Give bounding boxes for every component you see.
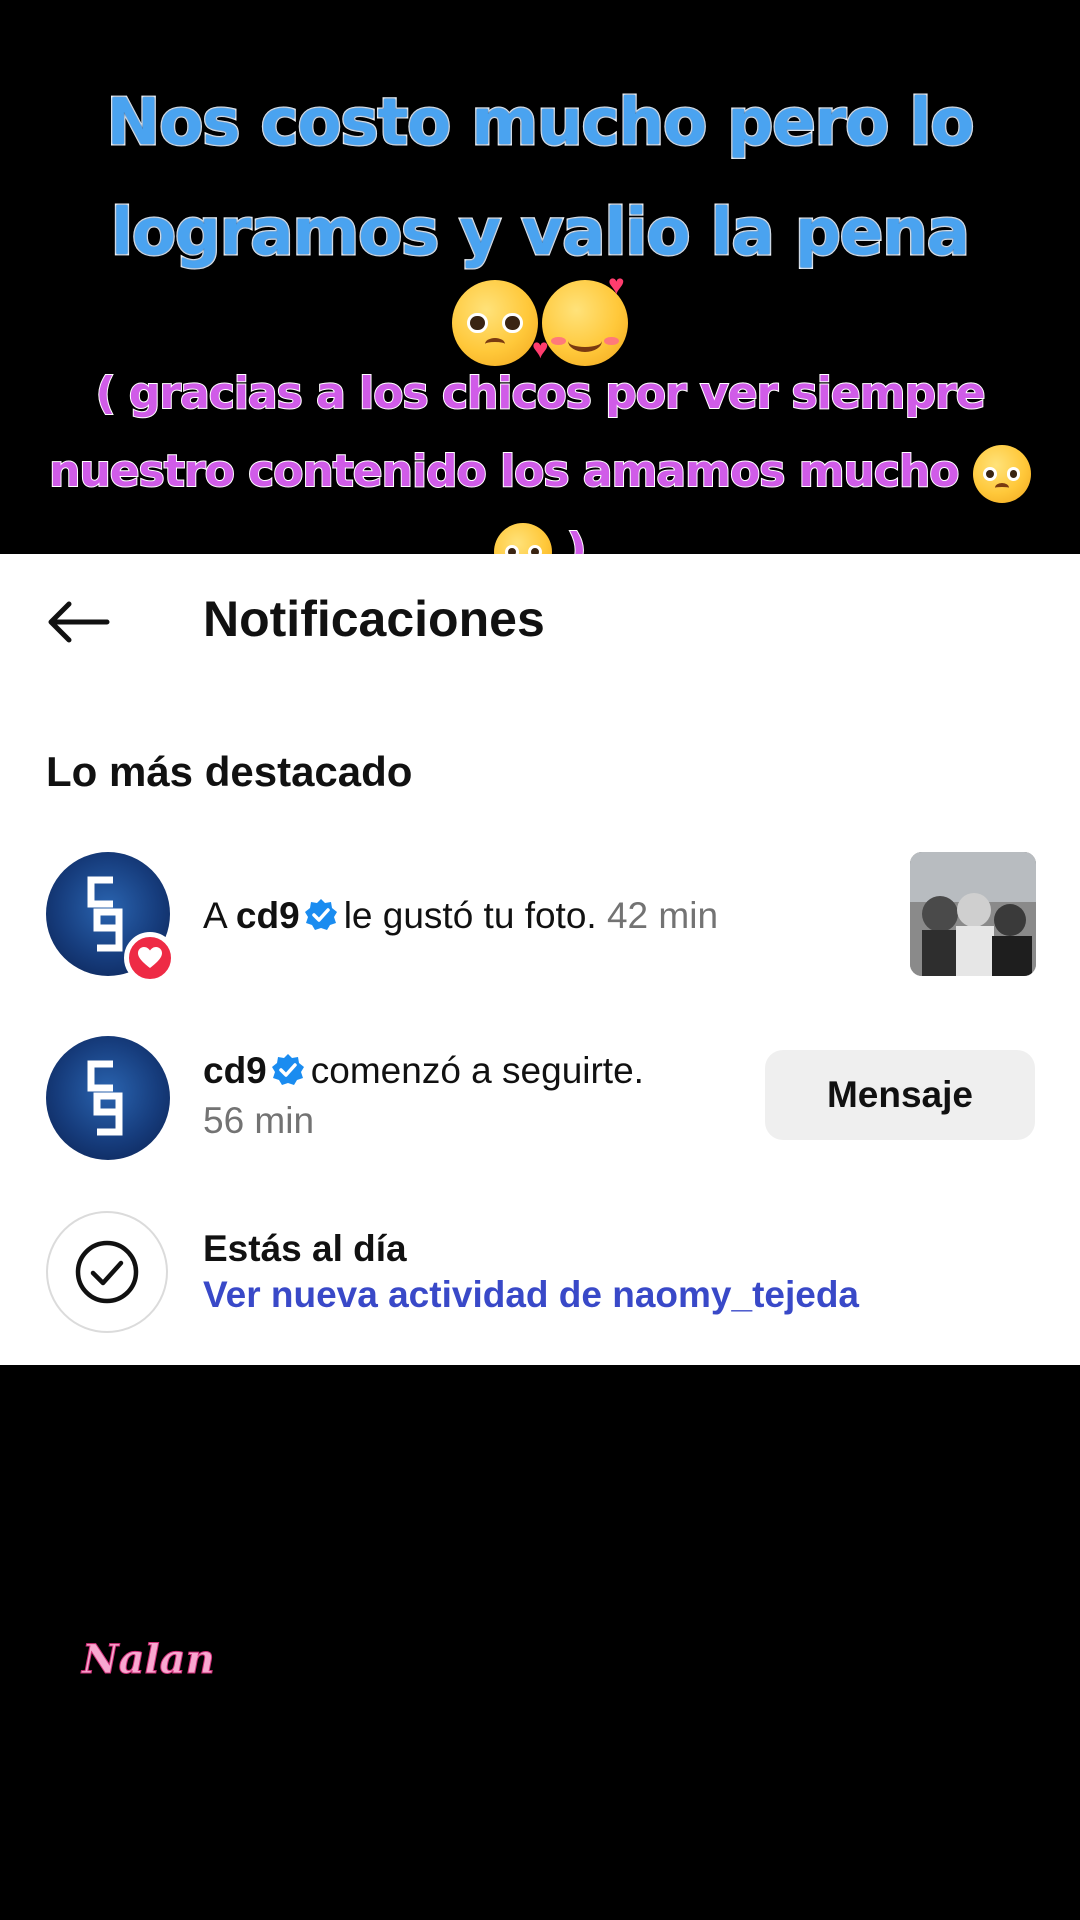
caption-line-2: logramos y valio la pena bbox=[110, 195, 972, 272]
back-button[interactable] bbox=[38, 592, 118, 652]
notification-prefix: A bbox=[203, 895, 226, 936]
notification-action: le gustó tu foto. bbox=[343, 895, 597, 936]
pleading-face-emoji bbox=[452, 280, 538, 366]
check-circle-icon bbox=[75, 1240, 139, 1304]
heart-icon bbox=[138, 947, 162, 968]
like-badge bbox=[124, 932, 176, 984]
notification-text: cd9 comenzó a seguirte. bbox=[203, 1050, 644, 1092]
smiling-face-with-hearts-emoji: ♥ ♥ bbox=[532, 271, 628, 366]
subcaption-line-2: nuestro contenido los amamos mucho bbox=[40, 433, 1040, 511]
subcaption-line-2-text: nuestro contenido los amamos mucho bbox=[48, 445, 960, 498]
watermark: Nalan bbox=[82, 1636, 216, 1684]
notification-username[interactable]: cd9 bbox=[236, 895, 300, 936]
avatar[interactable] bbox=[46, 1036, 170, 1160]
verified-badge-icon bbox=[271, 1054, 304, 1085]
notification-time: 56 min bbox=[203, 1100, 315, 1141]
arrow-left-icon bbox=[48, 601, 110, 643]
pleading-face-emoji bbox=[972, 445, 1031, 503]
caught-up-title: Estás al día bbox=[203, 1228, 407, 1269]
caption-line-1: Nos costo mucho pero lo bbox=[105, 85, 976, 162]
photo-image bbox=[910, 852, 1036, 976]
photo-thumbnail[interactable] bbox=[910, 852, 1036, 976]
new-activity-link[interactable]: Ver nueva actividad de naomy_tejeda bbox=[203, 1274, 859, 1316]
verified-badge-icon bbox=[304, 899, 337, 930]
notification-text: A cd9 le gustó tu foto. 42 min bbox=[203, 895, 718, 937]
overlay-caption: Nos costo mucho pero lo logramos y valio… bbox=[40, 68, 1040, 288]
notification-username[interactable]: cd9 bbox=[203, 1050, 267, 1091]
notification-action: comenzó a seguirte. bbox=[310, 1050, 644, 1091]
caught-up-badge bbox=[46, 1211, 168, 1333]
notification-time: 42 min bbox=[606, 895, 719, 936]
page-title: Notificaciones bbox=[203, 591, 545, 647]
subcaption-line-1: ( gracias a los chicos por ver siempre bbox=[94, 367, 986, 420]
message-button[interactable]: Mensaje bbox=[765, 1050, 1035, 1140]
section-title: Lo más destacado bbox=[46, 748, 413, 795]
cd9-logo-icon bbox=[87, 1060, 123, 1136]
